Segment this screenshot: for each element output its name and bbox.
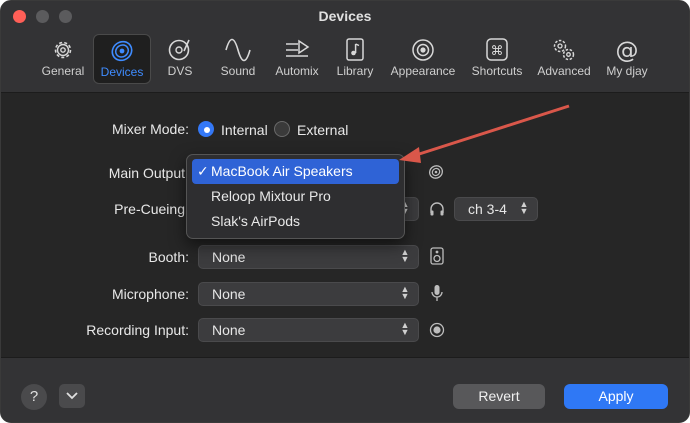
library-icon [346, 38, 364, 61]
main-output-option-macbook-air-speakers[interactable]: ✓ MacBook Air Speakers [192, 159, 399, 184]
up-down-chevron-icon: ▲▼ [519, 199, 529, 216]
recording-input-label: Recording Input: [86, 322, 189, 338]
tab-label: Shortcuts [471, 64, 523, 78]
mixer-mode-internal-label: Internal [221, 122, 268, 138]
tab-label: Advanced [537, 64, 591, 78]
mixer-mode-external-radio[interactable] [274, 121, 290, 137]
gear-icon [54, 41, 72, 59]
booth-select[interactable]: None ▲ ▼ [198, 245, 419, 269]
mixer-mode-label: Mixer Mode: [111, 121, 189, 137]
option-label: MacBook Air Speakers [211, 163, 353, 179]
tab-label: My djay [606, 64, 648, 78]
microphone-value: None [212, 286, 246, 302]
tab-general[interactable]: General [35, 34, 91, 84]
tab-sound[interactable]: Sound [213, 34, 263, 84]
up-down-chevron-icon: ▲▼ [400, 247, 410, 264]
tab-label: Appearance [390, 64, 456, 78]
disclosure-button[interactable] [59, 384, 85, 408]
option-label: Slak's AirPods [211, 213, 301, 229]
tab-label: Automix [275, 64, 319, 78]
command-key-icon: ⌘ [486, 38, 508, 61]
tab-appearance[interactable]: Appearance [387, 34, 459, 84]
apply-button[interactable]: Apply [564, 384, 668, 409]
gears-icon [553, 39, 575, 61]
footer-bar: ? Revert Apply [1, 357, 689, 422]
up-down-chevron-icon: ▲▼ [400, 284, 410, 301]
turntable-icon [168, 39, 190, 61]
recording-input-value: None [212, 322, 246, 338]
tab-shortcuts[interactable]: ⌘ Shortcuts [465, 34, 529, 84]
main-output-dropdown-menu: ✓ MacBook Air Speakers Reloop Mixtour Pr… [186, 154, 405, 239]
tab-label: Library [336, 64, 374, 78]
tab-label: DVS [167, 64, 193, 78]
revert-button[interactable]: Revert [453, 384, 545, 409]
svg-text:@: @ [616, 38, 639, 62]
at-sign-icon: @ [616, 38, 639, 62]
microphone-icon [431, 285, 443, 301]
tab-automix[interactable]: Automix [269, 34, 325, 84]
mixer-mode-internal-radio[interactable] [198, 121, 214, 137]
up-down-chevron-icon: ▲▼ [400, 320, 410, 337]
pre-cueing-channel-value: ch 3-4 [468, 201, 507, 217]
chevron-down-icon [66, 392, 78, 400]
preferences-window: Devices General Devices DVS Sound Automi… [0, 0, 690, 423]
checkmark-icon: ✓ [197, 163, 209, 179]
microphone-select[interactable]: None ▲ ▼ [198, 282, 419, 306]
booth-label: Booth: [148, 249, 189, 265]
main-output-option-reloop-mixtour-pro[interactable]: Reloop Mixtour Pro [192, 184, 399, 209]
tab-devices[interactable]: Devices [93, 34, 151, 84]
tab-label: General [41, 64, 85, 78]
pre-cueing-channel-select[interactable]: ch 3-4 ▲ ▼ [454, 197, 538, 221]
tab-label: Devices [100, 65, 144, 79]
tab-advanced[interactable]: Advanced [533, 34, 595, 84]
pre-cueing-label: Pre-Cueing [114, 201, 185, 217]
window-title: Devices [318, 8, 372, 24]
option-label: Reloop Mixtour Pro [211, 188, 331, 204]
tab-library[interactable]: Library [331, 34, 379, 84]
booth-value: None [212, 249, 246, 265]
tab-label: Sound [220, 64, 256, 78]
recording-input-select[interactable]: None ▲ ▼ [198, 318, 419, 342]
tab-dvs[interactable]: DVS [155, 34, 205, 84]
mixer-mode-external-label: External [297, 122, 349, 138]
speaker-icon [111, 40, 133, 62]
main-output-label: Main Output [108, 165, 185, 181]
record-icon [429, 322, 445, 338]
headphones-icon [430, 202, 444, 216]
microphone-label: Microphone: [111, 286, 189, 302]
title-bar: Devices General Devices DVS Sound Automi… [1, 1, 689, 93]
svg-text:⌘: ⌘ [491, 44, 504, 59]
booth-speaker-icon [430, 247, 444, 265]
speaker-icon [429, 165, 443, 179]
automix-icon [286, 39, 310, 57]
help-button[interactable]: ? [21, 384, 47, 410]
eye-icon [412, 39, 434, 61]
main-output-option-slaks-airpods[interactable]: Slak's AirPods [192, 209, 399, 234]
tab-my-djay[interactable]: @ My djay [601, 34, 653, 84]
waveform-icon [225, 38, 251, 62]
